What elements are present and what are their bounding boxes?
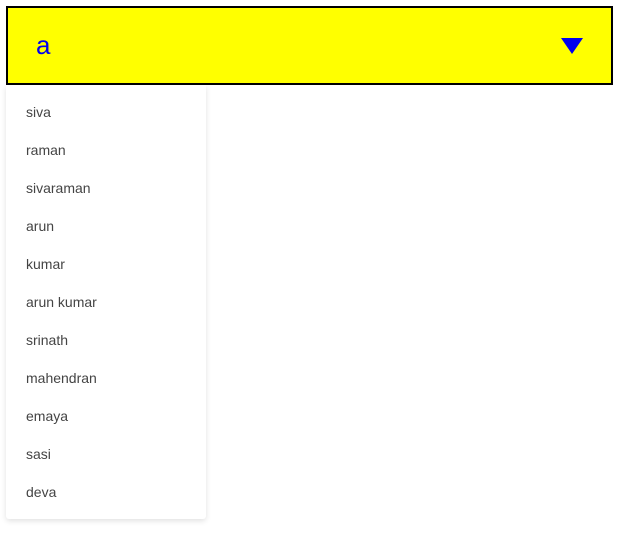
dropdown-list: siva raman sivaraman arun kumar arun kum…	[6, 85, 206, 519]
dropdown-selected-value: a	[36, 30, 50, 61]
dropdown-item[interactable]: sivaraman	[6, 169, 206, 207]
dropdown-item[interactable]: mahendran	[6, 359, 206, 397]
dropdown-item[interactable]: sasi	[6, 435, 206, 473]
dropdown-item[interactable]: arun kumar	[6, 283, 206, 321]
dropdown: a siva raman sivaraman arun kumar arun k…	[6, 6, 613, 85]
dropdown-item[interactable]: kumar	[6, 245, 206, 283]
dropdown-item[interactable]: emaya	[6, 397, 206, 435]
dropdown-item[interactable]: siva	[6, 93, 206, 131]
dropdown-item[interactable]: deva	[6, 473, 206, 511]
dropdown-trigger[interactable]: a	[6, 6, 613, 85]
chevron-down-icon	[561, 38, 583, 54]
dropdown-item[interactable]: srinath	[6, 321, 206, 359]
dropdown-item[interactable]: raman	[6, 131, 206, 169]
dropdown-item[interactable]: arun	[6, 207, 206, 245]
